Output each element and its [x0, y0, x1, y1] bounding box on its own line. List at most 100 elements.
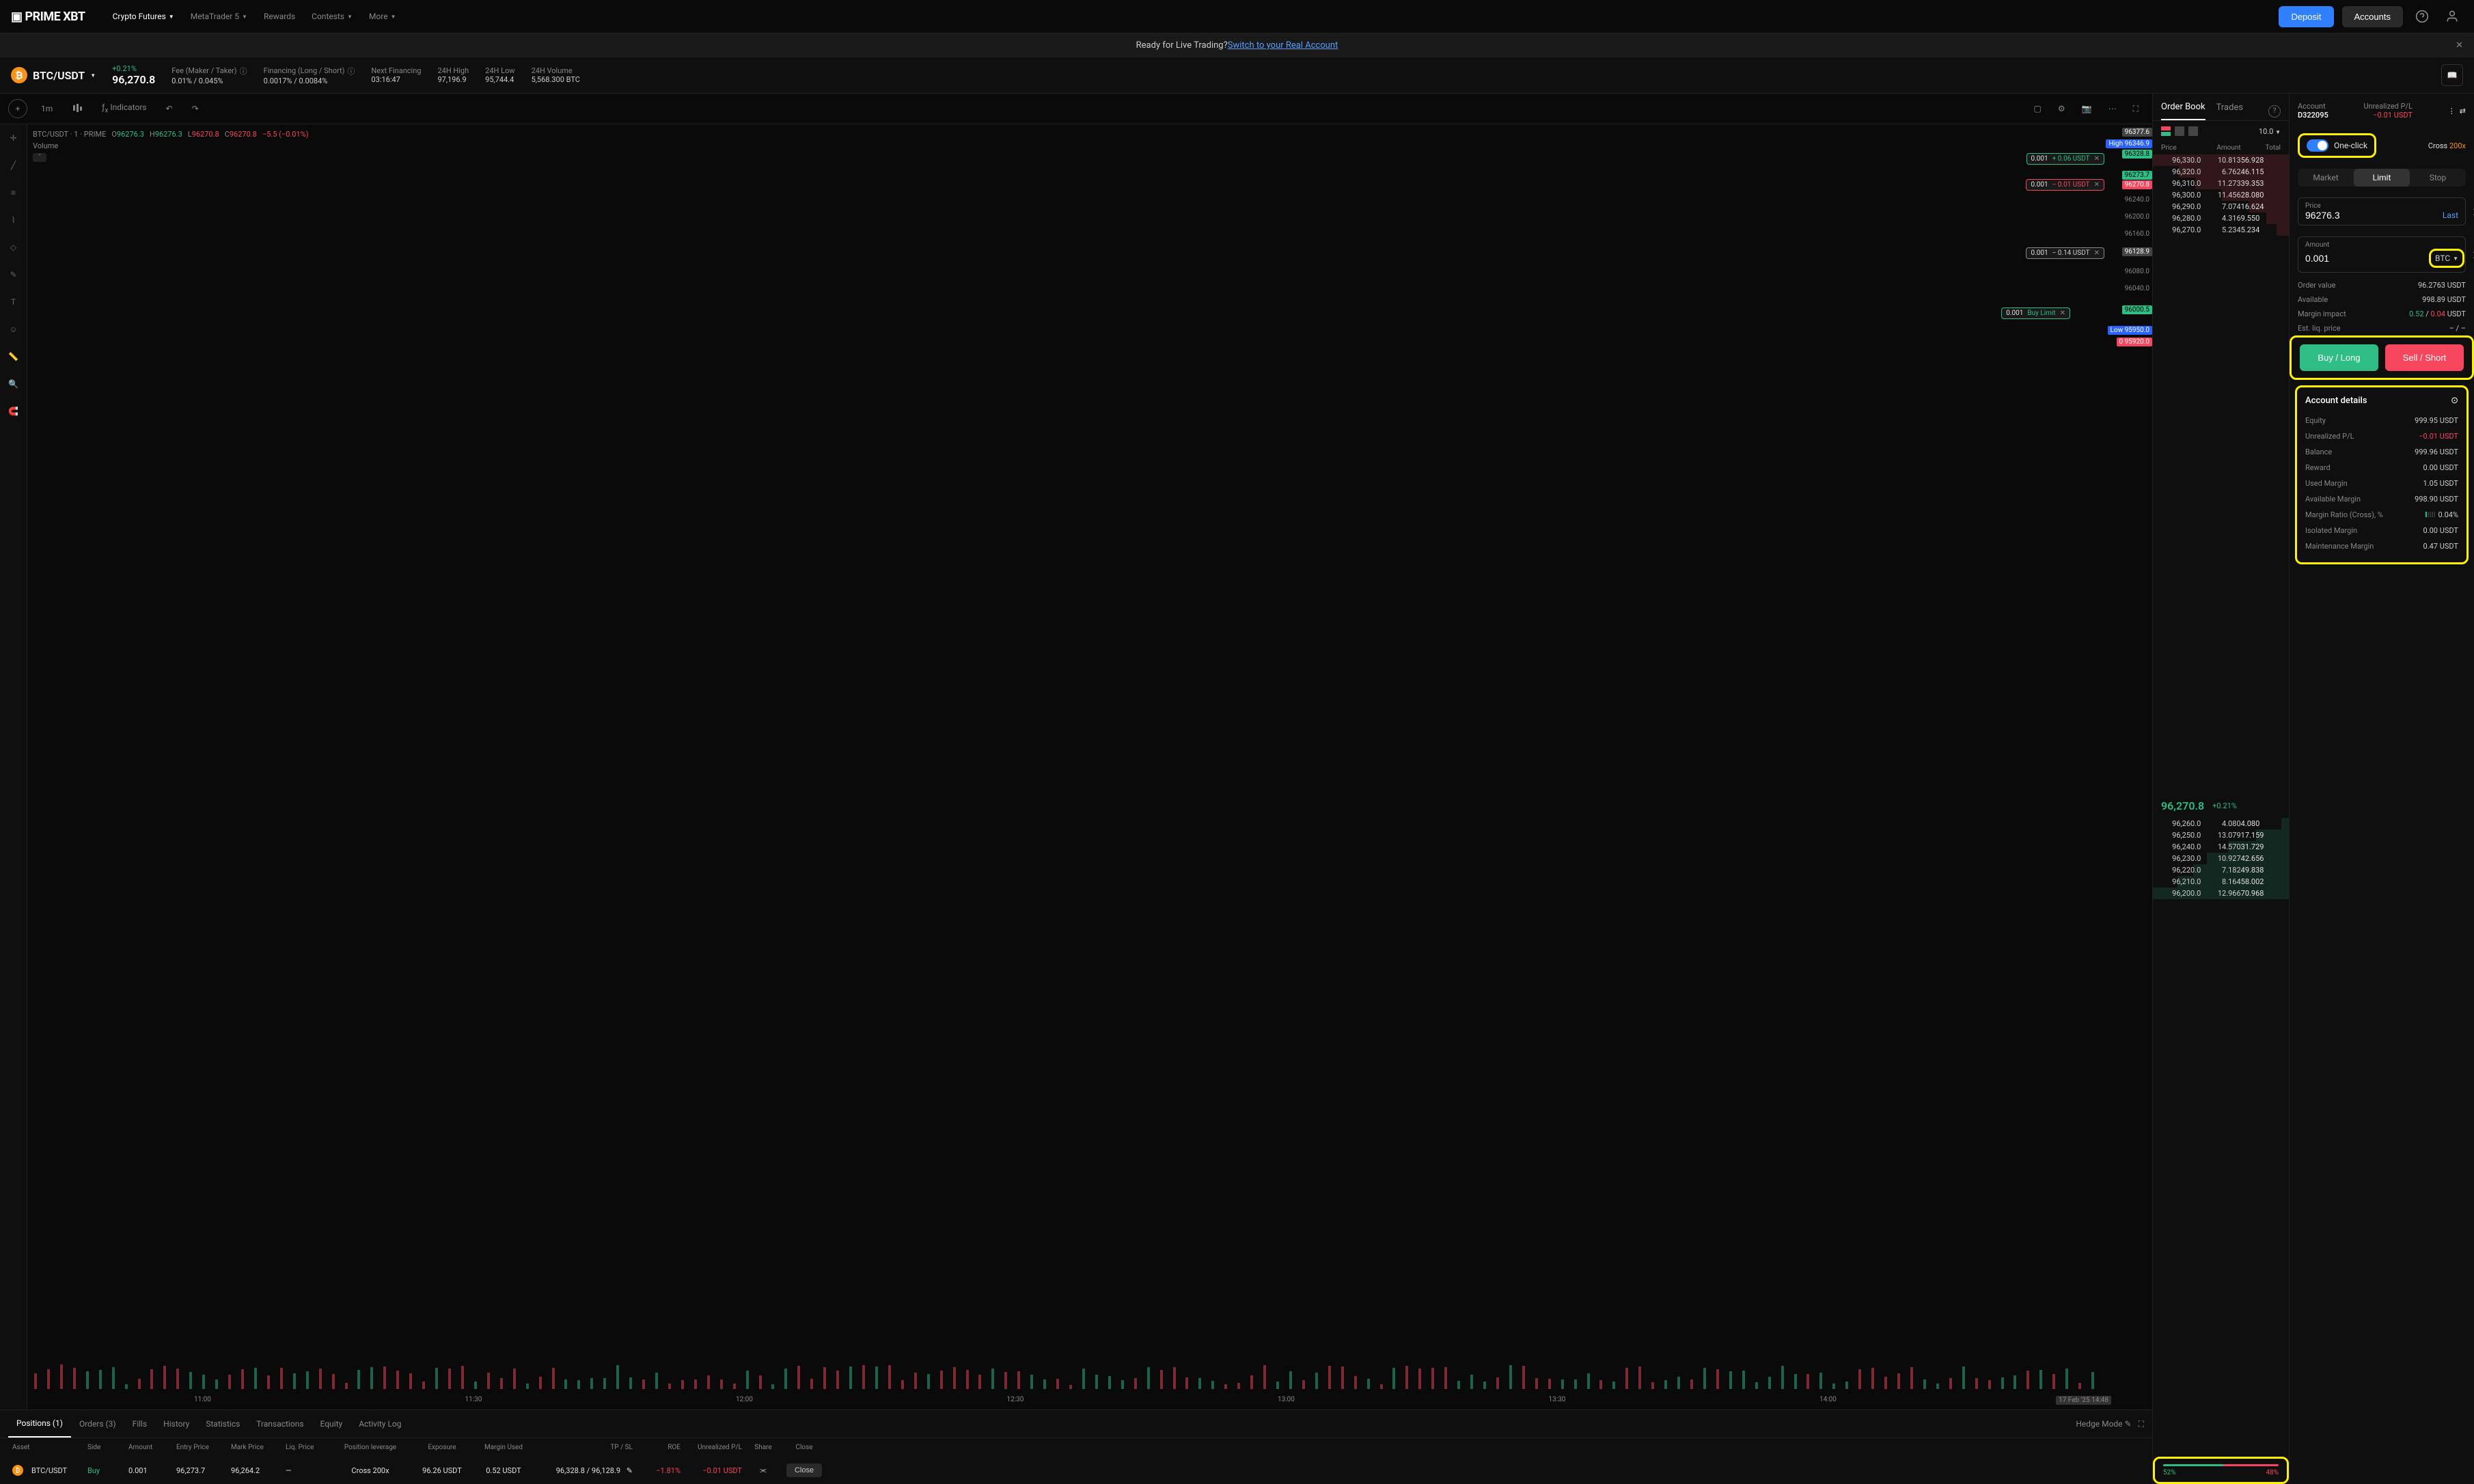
bid-row[interactable]: 96,230.010.92742.656 — [2153, 853, 2289, 864]
layout-bids-icon[interactable] — [2175, 126, 2184, 136]
share-icon[interactable]: ⫘ — [746, 1466, 780, 1475]
hedge-mode-toggle[interactable]: Hedge Mode ✎ — [2076, 1419, 2131, 1429]
help-icon[interactable]: ? — [2268, 105, 2281, 118]
user-icon[interactable] — [2441, 5, 2463, 27]
price-input[interactable]: Price Last ▲▼ — [2298, 197, 2466, 225]
fib-tool[interactable]: ≡ — [5, 184, 22, 201]
leverage-selector[interactable]: Cross 200x — [2428, 141, 2466, 150]
more-icon[interactable]: ⋮ — [2448, 107, 2456, 115]
shape-tool[interactable]: ◇ — [5, 239, 22, 256]
tab-positions[interactable]: Positions (1) — [8, 1410, 71, 1438]
tab-trades[interactable]: Trades — [2216, 102, 2243, 120]
accounts-button[interactable]: Accounts — [2342, 6, 2403, 27]
collapse-icon[interactable]: ˆ — [33, 153, 46, 162]
brush-tool[interactable]: ✎ — [5, 266, 22, 283]
deposit-button[interactable]: Deposit — [2279, 6, 2333, 27]
bid-row[interactable]: 96,240.014.57031.729 — [2153, 841, 2289, 853]
nav-metatrader[interactable]: MetaTrader 5 ▼ — [191, 12, 247, 21]
tab-orders[interactable]: Orders (3) — [71, 1411, 124, 1437]
ask-row[interactable]: 96,330.010.81356.928 — [2153, 154, 2289, 166]
ask-row[interactable]: 96,280.04.3169.550 — [2153, 212, 2289, 224]
amount-field[interactable] — [2305, 253, 2429, 264]
tab-fills[interactable]: Fills — [124, 1411, 156, 1437]
pattern-tool[interactable]: ⌇ — [5, 212, 22, 228]
undo-icon[interactable]: ↶ — [161, 101, 178, 116]
ask-row[interactable]: 96,320.06.76246.115 — [2153, 166, 2289, 178]
price-scale[interactable]: 96377.6 High 96346.9 96328.8 96273.7 962… — [2111, 124, 2152, 1396]
info-icon[interactable]: ⓘ — [347, 66, 355, 77]
last-button[interactable]: Last — [2443, 210, 2458, 220]
nav-rewards[interactable]: Rewards — [264, 12, 295, 21]
order-tag-pnl[interactable]: 0.001− 0.01 USDT✕ — [2026, 179, 2104, 191]
zoom-tool[interactable]: 🔍 — [5, 376, 22, 392]
bid-row[interactable]: 96,260.04.0804.080 — [2153, 818, 2289, 829]
position-tpsl[interactable]: 96,328.8 / 96,128.9 ✎ — [534, 1466, 637, 1475]
layout-both-icon[interactable] — [2161, 126, 2171, 136]
nav-more[interactable]: More ▼ — [369, 12, 396, 21]
ask-row[interactable]: 96,290.07.07416.624 — [2153, 201, 2289, 212]
order-tag-limit[interactable]: 0.001Buy Limit✕ — [2001, 307, 2070, 319]
ask-row[interactable]: 96,270.05.2345.234 — [2153, 224, 2289, 236]
more-icon[interactable]: ⋯ — [2103, 101, 2122, 117]
close-icon[interactable]: ✕ — [2094, 249, 2100, 257]
ruler-tool[interactable]: 📏 — [5, 348, 22, 365]
close-icon[interactable]: ✕ — [2094, 155, 2100, 163]
order-tag-sl[interactable]: 0.001− 0.14 USDT✕ — [2026, 247, 2104, 259]
ask-row[interactable]: 96,310.011.27339.353 — [2153, 178, 2289, 189]
tab-equity[interactable]: Equity — [312, 1411, 351, 1437]
interval-selector[interactable]: 1m — [36, 101, 58, 116]
collapse-icon[interactable]: ⊙ — [2451, 396, 2458, 406]
oneclick-toggle[interactable]: One-click — [2298, 133, 2376, 158]
emoji-tool[interactable]: ☺ — [5, 321, 22, 338]
magnet-tool[interactable]: 🧲 — [5, 403, 22, 420]
help-icon[interactable] — [2411, 5, 2433, 27]
tab-limit[interactable]: Limit — [2354, 169, 2410, 187]
bid-row[interactable]: 96,210.08.16458.002 — [2153, 876, 2289, 888]
symbol-selector[interactable]: ₿ BTC/USDT ▼ — [11, 67, 96, 83]
time-axis[interactable]: 11:00 11:30 12:00 12:30 13:00 13:30 14:0… — [27, 1396, 2111, 1410]
tab-stop[interactable]: Stop — [2410, 169, 2466, 187]
tab-statistics[interactable]: Statistics — [197, 1411, 248, 1437]
amount-input[interactable]: Amount BTC ▼ ▲▼ — [2298, 236, 2466, 273]
position-asset[interactable]: ₿BTC/USDT — [8, 1465, 83, 1476]
tab-transactions[interactable]: Transactions — [248, 1411, 312, 1437]
crosshair-tool[interactable]: ✛ — [5, 130, 22, 146]
buy-long-button[interactable]: Buy / Long — [2300, 344, 2378, 371]
layout-icon[interactable]: ▢ — [2029, 101, 2047, 117]
add-button[interactable]: + — [8, 99, 27, 118]
col-asset[interactable]: Asset — [8, 1444, 83, 1451]
close-position-button[interactable]: Close — [786, 1464, 822, 1477]
chart-canvas[interactable]: BTC/USDT · 1 · PRIME O96276.3 H96276.3 L… — [27, 124, 2152, 1410]
info-icon[interactable]: ⓘ — [240, 66, 247, 77]
bid-row[interactable]: 96,200.012.96670.968 — [2153, 888, 2289, 899]
close-icon[interactable]: ✕ — [2456, 40, 2463, 51]
tab-activity[interactable]: Activity Log — [351, 1411, 409, 1437]
layout-asks-icon[interactable] — [2188, 126, 2198, 136]
text-tool[interactable]: T — [5, 294, 22, 310]
candle-type-icon[interactable] — [66, 100, 88, 118]
trendline-tool[interactable]: ╱ — [5, 157, 22, 174]
redo-icon[interactable]: ↷ — [187, 101, 204, 116]
fullscreen-icon[interactable]: ⛶ — [2128, 101, 2144, 117]
close-icon[interactable]: ✕ — [2060, 310, 2065, 317]
nav-crypto-futures[interactable]: Crypto Futures ▼ — [113, 12, 174, 21]
tab-orderbook[interactable]: Order Book — [2161, 102, 2205, 120]
ask-row[interactable]: 96,300.011.45628.080 — [2153, 189, 2289, 201]
order-tag-tp[interactable]: 0.001+ 0.06 USDT✕ — [2026, 153, 2104, 165]
bid-row[interactable]: 96,220.07.18249.838 — [2153, 864, 2289, 876]
close-icon[interactable]: ✕ — [2094, 181, 2100, 189]
bid-row[interactable]: 96,250.013.07917.159 — [2153, 829, 2289, 841]
notebook-icon[interactable]: 📖 — [2441, 64, 2463, 86]
switch-account-link[interactable]: Switch to your Real Account — [1228, 40, 1338, 51]
tab-history[interactable]: History — [155, 1411, 197, 1437]
expand-icon[interactable]: ⛶ — [2139, 1419, 2144, 1429]
price-field[interactable] — [2305, 210, 2443, 221]
unit-selector[interactable]: BTC ▼ — [2429, 249, 2464, 268]
nav-contests[interactable]: Contests ▼ — [312, 12, 353, 21]
indicators-button[interactable]: ƒx Indicators — [96, 100, 152, 117]
settings-icon[interactable]: ⚙ — [2052, 101, 2071, 117]
precision-selector[interactable]: 10.0 ▼ — [2259, 127, 2281, 136]
logo[interactable]: ▣ PRIME XBT — [11, 10, 85, 24]
sell-short-button[interactable]: Sell / Short — [2385, 344, 2464, 371]
camera-icon[interactable]: 📷 — [2076, 101, 2098, 117]
